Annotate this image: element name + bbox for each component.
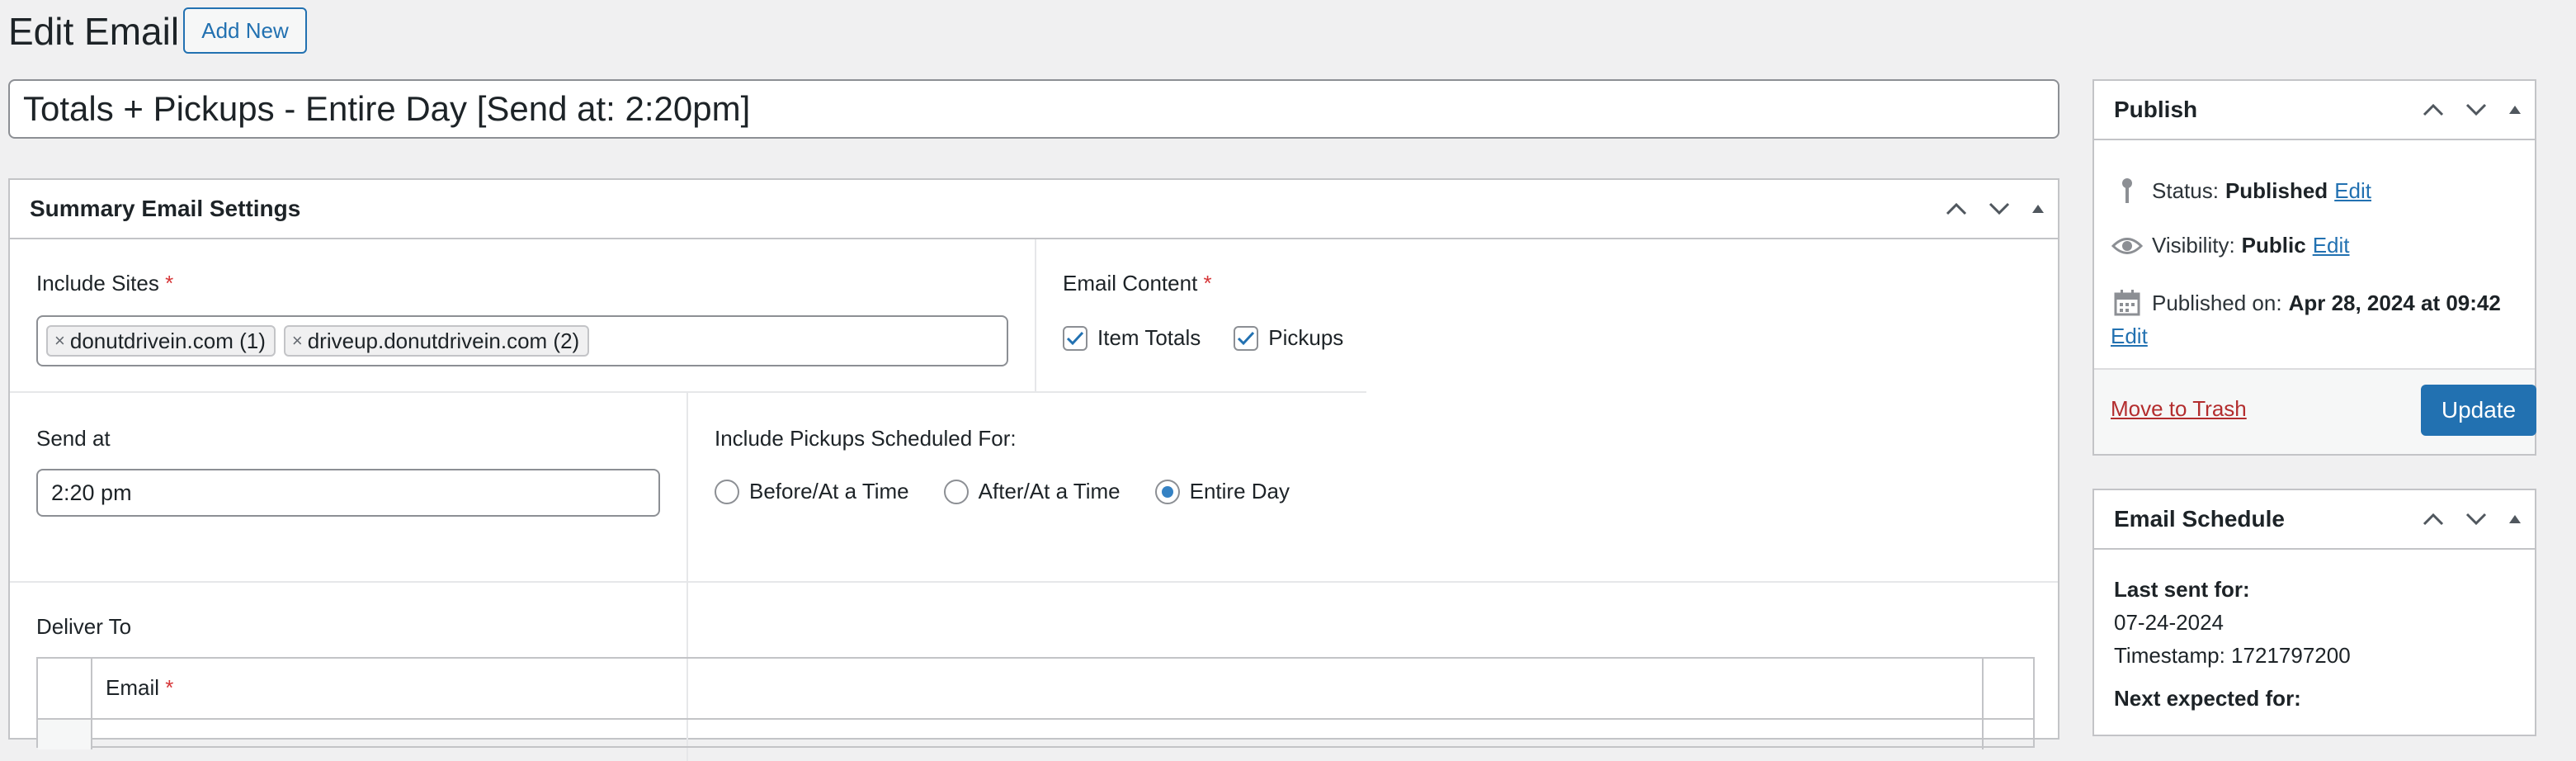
summary-email-settings-box: Summary Email Settings Include Sites * ×… [8,178,2059,761]
entire-day-radio[interactable]: Entire Day [1154,479,1290,504]
status-value: Published [2225,177,2328,203]
schedule-box-title: Email Schedule [2114,506,2285,532]
table-divider [1982,659,1984,749]
edit-status-link[interactable]: Edit [2334,178,2371,204]
divider [1035,239,1036,391]
summary-box-title: Summary Email Settings [30,196,301,221]
site-chip-label: donutdrivein.com (1) [69,328,266,353]
checkbox-label: Item Totals [1097,325,1201,350]
visibility-value: Public [2241,233,2306,258]
divider [10,581,2058,583]
include-sites-select[interactable]: × donutdrivein.com (1) × driveup.donutdr… [36,315,1008,366]
before-at-time-radio[interactable]: Before/At a Time [715,479,909,504]
publish-box: Publish Status: Published Edit Visibilit… [2092,79,2536,456]
schedule-box-handles [2421,490,2523,548]
status-row: Status: Published Edit [2111,177,2371,205]
visibility-label: Visibility: [2152,233,2235,258]
table-divider [38,718,2035,720]
summary-box-header: Summary Email Settings [10,180,2058,239]
checkbox[interactable] [1234,325,1259,351]
pickups-scheduled-label: Include Pickups Scheduled For: [715,426,1017,451]
visibility-row: Visibility: Public Edit [2111,233,2350,258]
site-chip: × driveup.donutdrivein.com (2) [283,325,590,357]
required-mark: * [165,675,174,700]
add-new-button[interactable]: Add New [183,7,307,54]
include-sites-label: Include Sites * [36,271,174,295]
publish-actions: Move to Trash Update [2094,368,2536,454]
send-at-input[interactable]: 2:20 pm [36,469,660,517]
deliver-to-label: Deliver To [36,614,132,639]
site-chip: × donutdrivein.com (1) [46,325,276,357]
required-mark: * [1203,271,1212,295]
radio-label: Entire Day [1189,479,1290,503]
move-down-icon[interactable] [2464,511,2489,527]
edit-date-link[interactable]: Edit [2111,324,2148,349]
after-at-time-radio[interactable]: After/At a Time [943,479,1121,504]
collapse-toggle-icon[interactable] [2030,201,2046,217]
move-up-icon[interactable] [2421,511,2446,527]
move-up-icon[interactable] [1944,201,1969,217]
divider [10,391,1366,393]
status-label: Status: [2152,177,2219,203]
deliver-to-table: Email * [36,657,2035,749]
remove-chip-icon[interactable]: × [292,330,303,352]
item-totals-checkbox[interactable]: Item Totals [1063,325,1201,351]
checkmark-icon [1238,331,1255,345]
timestamp-text: Timestamp: 1721797200 [2114,643,2351,668]
checkbox[interactable] [1063,325,1087,351]
email-content-label: Email Content * [1063,271,1212,295]
published-on-label: Published on: [2152,290,2282,315]
checkbox-label: Pickups [1268,325,1344,350]
pickups-checkbox[interactable]: Pickups [1234,325,1343,351]
calendar-icon [2111,289,2144,317]
update-button[interactable]: Update [2421,385,2536,436]
move-down-icon[interactable] [1987,201,2012,217]
pin-icon [2111,177,2144,205]
published-on-row: Published on: Apr 28, 2024 at 09:42 [2111,289,2508,317]
published-on-value: Apr 28, 2024 at 09:42 [2288,290,2501,315]
table-divider [91,659,92,749]
edit-visibility-link[interactable]: Edit [2313,233,2350,258]
required-mark: * [165,271,174,295]
publish-box-title: Publish [2114,97,2198,122]
site-chip-label: driveup.donutdrivein.com (2) [307,328,580,353]
next-expected-label: Next expected for: [2114,686,2301,711]
radio-button[interactable] [1154,479,1180,504]
radio-button[interactable] [715,479,739,504]
send-at-label: Send at [36,426,111,451]
last-sent-label: Last sent for: [2114,577,2250,602]
email-schedule-box: Email Schedule Last sent for: 07-24-2024… [2092,489,2536,736]
radio-button[interactable] [943,479,969,504]
page-title: Edit Email [8,10,180,53]
remove-chip-icon[interactable]: × [54,330,65,352]
move-up-icon[interactable] [2421,102,2446,118]
last-sent-date: 07-24-2024 [2114,610,2224,635]
post-title-input[interactable]: Totals + Pickups - Entire Day [Send at: … [8,79,2059,139]
summary-box-handles [1944,180,2046,238]
pickups-scheduled-options: Before/At a Time After/At a Time Entire … [715,479,1290,504]
eye-icon [2111,235,2144,257]
move-to-trash-link[interactable]: Move to Trash [2111,396,2247,422]
email-column-header: Email * [106,675,174,700]
email-content-options: Item Totals Pickups [1063,325,1343,351]
checkmark-icon [1066,331,1084,345]
radio-label: After/At a Time [978,479,1121,503]
collapse-toggle-icon[interactable] [2507,511,2523,527]
radio-label: Before/At a Time [749,479,909,503]
move-down-icon[interactable] [2464,102,2489,118]
schedule-content: Last sent for: 07-24-2024 Timestamp: 172… [2114,573,2351,715]
publish-box-handles [2421,81,2523,139]
table-body-strip [38,720,91,749]
collapse-toggle-icon[interactable] [2507,102,2523,118]
